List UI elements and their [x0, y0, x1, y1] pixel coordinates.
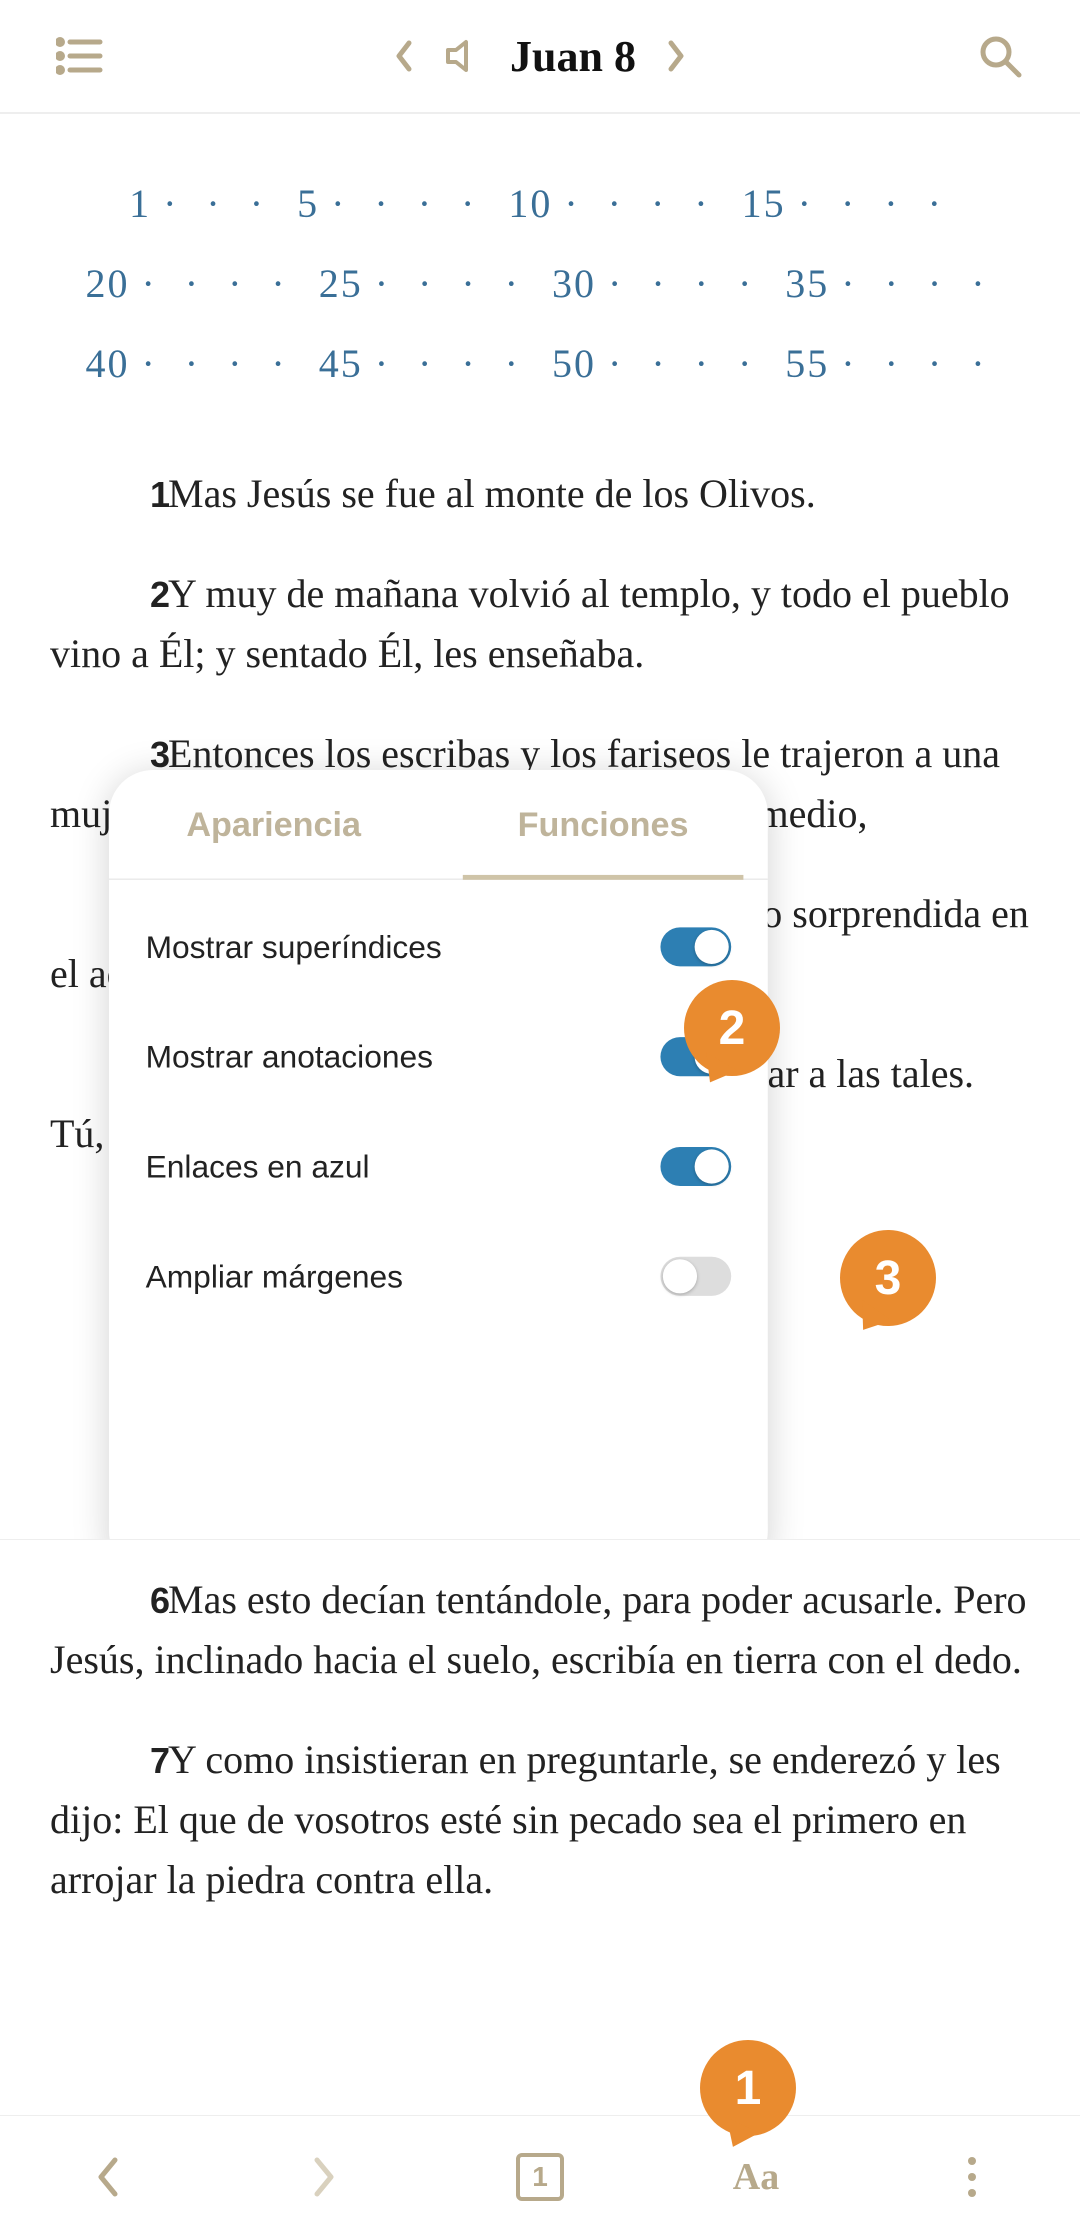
verse[interactable]: 1 Mas Jesús se fue al monte de los Olivos… — [50, 464, 1030, 524]
verse-nav-num[interactable]: 40 — [79, 324, 135, 404]
top-bar: Juan 8 — [0, 0, 1080, 114]
nav-prev-button[interactable] — [0, 2116, 216, 2237]
verse-nav-num[interactable]: 45 — [313, 324, 369, 404]
option-label: Mostrar superíndices — [146, 928, 442, 966]
verse-nav-num[interactable]: 10 — [502, 164, 558, 244]
tab-appearance[interactable]: Apariencia — [109, 770, 438, 879]
page-indicator-button[interactable]: 1 — [432, 2116, 648, 2237]
verse-number: 2 — [100, 568, 150, 622]
option-label: Ampliar márgenes — [146, 1257, 403, 1295]
verse-number: 1 — [100, 468, 150, 522]
verse-nav-num[interactable]: 50 — [546, 324, 602, 404]
tutorial-callout-3: 3 — [840, 1230, 936, 1326]
verse-nav-num[interactable]: 30 — [546, 244, 602, 324]
verse-nav-num[interactable]: 5 — [291, 164, 325, 244]
verse-number-nav: 1 · · · 5 · · · · 10 · · · · 15 · · · · … — [0, 114, 1080, 444]
option-superscripts: Mostrar superíndices — [146, 892, 732, 1002]
verse-text: Y muy de mañana volvió al templo, y todo… — [50, 571, 1010, 676]
text-size-icon: Aa — [733, 2155, 779, 2199]
settings-popover: Apariencia Funciones Mostrar superíndice… — [109, 770, 768, 1539]
toggle-superscripts[interactable] — [660, 927, 731, 966]
verse[interactable]: 6Mas esto decían tentándole, para poder … — [50, 1570, 1030, 1690]
verse-text: Mas Jesús se fue al monte de los Olivos. — [168, 471, 816, 516]
audio-icon[interactable] — [444, 38, 480, 74]
verse-nav-num[interactable]: 55 — [779, 324, 835, 404]
option-annotations: Mostrar anotaciones — [146, 1002, 732, 1112]
tutorial-callout-1: 1 — [700, 2040, 796, 2136]
verse-nav-num[interactable]: 15 — [736, 164, 792, 244]
verse-nav-num[interactable]: 20 — [79, 244, 135, 324]
verse-nav-num[interactable]: 35 — [779, 244, 835, 324]
option-label: Mostrar anotaciones — [146, 1038, 433, 1076]
tutorial-callout-2: 2 — [684, 980, 780, 1076]
verse[interactable]: 7Y como insistieran en preguntarle, se e… — [50, 1730, 1030, 1910]
more-options-button[interactable] — [864, 2116, 1080, 2237]
verse-number: 6 — [100, 1574, 150, 1628]
nav-next-button[interactable] — [216, 2116, 432, 2237]
chapter-title[interactable]: Juan 8 — [510, 31, 636, 82]
search-icon[interactable] — [977, 33, 1023, 79]
verse-nav-num[interactable]: 25 — [313, 244, 369, 324]
next-chapter-icon[interactable] — [666, 39, 686, 73]
verse-text: Y como insistieran en preguntarle, se en… — [50, 1737, 1001, 1902]
option-label: Enlaces en azul — [146, 1148, 370, 1186]
verse-number: 7 — [100, 1734, 150, 1788]
option-margins: Ampliar márgenes — [146, 1221, 732, 1331]
option-blue-links: Enlaces en azul — [146, 1112, 732, 1222]
prev-chapter-icon[interactable] — [394, 39, 414, 73]
toggle-blue-links[interactable] — [660, 1147, 731, 1186]
verse-nav-num[interactable]: 1 — [123, 164, 157, 244]
toc-icon[interactable] — [56, 36, 104, 76]
verse-text: Mas esto decían tentándole, para poder a… — [50, 1577, 1027, 1682]
tab-functions[interactable]: Funciones — [438, 770, 767, 879]
verse[interactable]: 2Y muy de mañana volvió al templo, y tod… — [50, 564, 1030, 684]
bottom-bar: 1 Aa — [0, 2115, 1080, 2237]
toggle-margins[interactable] — [660, 1257, 731, 1296]
